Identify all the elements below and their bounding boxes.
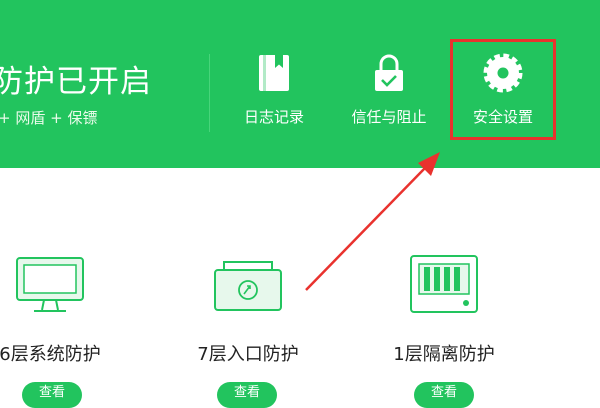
entry-protection-card: 7层入口防护	[173, 252, 323, 366]
entry-protection-name: 7层入口防护	[197, 344, 299, 365]
system-protection-name: 6层系统防护	[0, 344, 101, 365]
isolation-protection-card: 1层隔离防护	[369, 252, 519, 366]
isolation-protection-name: 1层隔离防护	[393, 344, 495, 365]
monitor-icon	[16, 257, 84, 312]
shield-window-icon	[214, 261, 282, 311]
entry-protection-view-button[interactable]: 查看	[217, 382, 277, 408]
isolation-protection-view-button[interactable]: 查看	[414, 382, 474, 408]
isolation-cabinet-icon	[410, 255, 478, 313]
system-protection-card: 6层系统防护	[0, 252, 125, 366]
system-protection-view-button[interactable]: 查看	[22, 382, 82, 408]
